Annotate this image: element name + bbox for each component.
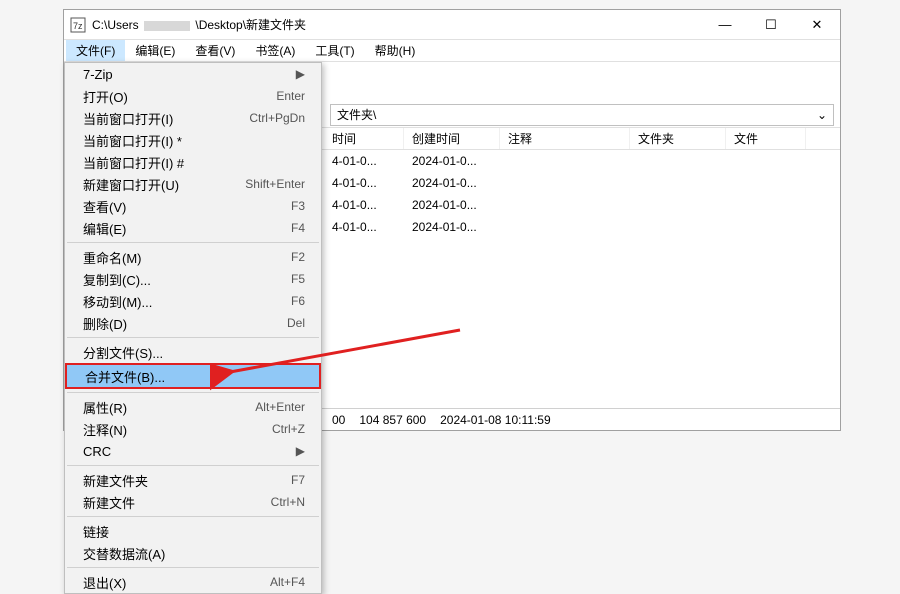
menu-item[interactable]: 当前窗口打开(I) # [65, 151, 321, 173]
status-a: 00 [332, 413, 345, 427]
pathbox-text: 文件夹\ [337, 106, 376, 123]
menu-item-label: 当前窗口打开(I) [83, 109, 173, 128]
menu-item[interactable]: CRC ▶ [65, 440, 321, 462]
menu-item-shortcut: Ctrl+Z [272, 422, 305, 436]
title-prefix: C:\Users [92, 18, 139, 32]
menu-item[interactable]: 当前窗口打开(I) * [65, 129, 321, 151]
col-createtime[interactable]: 创建时间 [404, 128, 500, 149]
menu-item[interactable]: 属性(R) Alt+Enter [65, 396, 321, 418]
menu-item[interactable]: 合并文件(B)... [65, 363, 321, 389]
menu-item-shortcut: F4 [291, 221, 305, 235]
col-folder[interactable]: 文件夹 [630, 128, 726, 149]
menu-item-label: 打开(O) [83, 87, 128, 106]
menu-separator [67, 392, 319, 393]
menu-separator [67, 567, 319, 568]
menu-separator [67, 465, 319, 466]
menu-item[interactable]: 复制到(C)... F5 [65, 268, 321, 290]
menu-item-shortcut: Enter [276, 89, 305, 103]
menu-item-shortcut: Ctrl+PgDn [249, 111, 305, 125]
menu-item[interactable]: 移动到(M)... F6 [65, 290, 321, 312]
menu-item-label: 新建文件夹 [83, 471, 148, 490]
menu-item[interactable]: 分割文件(S)... [65, 341, 321, 363]
chevron-down-icon[interactable]: ⌄ [817, 108, 827, 122]
status-time: 2024-01-08 10:11:59 [440, 413, 551, 427]
title-suffix: \Desktop\新建文件夹 [195, 18, 306, 32]
table-row[interactable]: 4-01-0... 2024-01-0... [324, 194, 840, 216]
file-menu-popup: 7-Zip▶打开(O)Enter当前窗口打开(I)Ctrl+PgDn当前窗口打开… [64, 62, 322, 594]
menu-item-label: 删除(D) [83, 314, 127, 333]
menu-item[interactable]: 新建文件 Ctrl+N [65, 491, 321, 513]
menu-item-label: 分割文件(S)... [83, 343, 163, 362]
menu-item[interactable]: 新建文件夹 F7 [65, 469, 321, 491]
menu-view[interactable]: 查看(V) [185, 40, 245, 61]
menu-item-label: 查看(V) [83, 197, 126, 216]
menu-item-label: 合并文件(B)... [85, 367, 165, 386]
menu-item-label: 属性(R) [83, 398, 127, 417]
menu-edit[interactable]: 编辑(E) [125, 40, 185, 61]
status-size: 104 857 600 [359, 413, 426, 427]
menu-item-shortcut: ▶ [296, 444, 305, 458]
menu-item[interactable]: 查看(V) F3 [65, 195, 321, 217]
menu-item[interactable]: 新建窗口打开(U) Shift+Enter [65, 173, 321, 195]
menu-item-shortcut: F3 [291, 199, 305, 213]
window-title: C:\Users \Desktop\新建文件夹 [92, 16, 306, 33]
menu-item-label: 新建窗口打开(U) [83, 175, 179, 194]
titlebar: 7z C:\Users \Desktop\新建文件夹 — ☐ ✕ [64, 10, 840, 40]
menu-item-label: 退出(X) [83, 573, 126, 592]
maximize-button[interactable]: ☐ [748, 10, 794, 39]
menu-item[interactable]: 7-Zip ▶ [65, 63, 321, 85]
menu-tools[interactable]: 工具(T) [305, 40, 364, 61]
menu-bookmarks[interactable]: 书签(A) [245, 40, 305, 61]
menu-item-label: 链接 [83, 522, 109, 541]
app-icon: 7z [70, 17, 86, 33]
title-censored [144, 21, 190, 31]
menu-item-label: CRC [83, 444, 111, 459]
table-row[interactable]: 4-01-0... 2024-01-0... [324, 216, 840, 238]
menu-item-label: 重命名(M) [83, 248, 142, 267]
menu-item-shortcut: Alt+Enter [255, 400, 305, 414]
menu-item-shortcut: F6 [291, 294, 305, 308]
menu-item-label: 复制到(C)... [83, 270, 151, 289]
menu-file[interactable]: 文件(F) [66, 40, 125, 61]
menu-item-shortcut: Del [287, 316, 305, 330]
menu-separator [67, 337, 319, 338]
menu-item-shortcut: Shift+Enter [245, 177, 305, 191]
window-controls: — ☐ ✕ [702, 10, 840, 39]
pathbox[interactable]: 文件夹\ ⌄ [330, 104, 834, 126]
menu-separator [67, 516, 319, 517]
menu-item[interactable]: 打开(O) Enter [65, 85, 321, 107]
menu-item-label: 新建文件 [83, 493, 135, 512]
col-modtime[interactable]: 时间 [324, 128, 404, 149]
col-comment[interactable]: 注释 [500, 128, 630, 149]
menu-item-label: 编辑(E) [83, 219, 126, 238]
menu-item-shortcut: ▶ [296, 67, 305, 81]
menu-item[interactable]: 重命名(M) F2 [65, 246, 321, 268]
menu-item-shortcut: F5 [291, 272, 305, 286]
col-file[interactable]: 文件 [726, 128, 806, 149]
table-row[interactable]: 4-01-0... 2024-01-0... [324, 172, 840, 194]
menu-item[interactable]: 交替数据流(A) [65, 542, 321, 564]
menu-item[interactable]: 退出(X)Alt+F4 [65, 571, 321, 593]
menu-item-label: 当前窗口打开(I) # [83, 153, 184, 172]
menu-item-label: 7-Zip [83, 67, 113, 82]
menu-item[interactable]: 注释(N) Ctrl+Z [65, 418, 321, 440]
menubar: 文件(F) 编辑(E) 查看(V) 书签(A) 工具(T) 帮助(H) [64, 40, 840, 62]
menu-item-label: 移动到(M)... [83, 292, 152, 311]
menu-item-label: 注释(N) [83, 420, 127, 439]
menu-item-shortcut: F2 [291, 250, 305, 264]
close-button[interactable]: ✕ [794, 10, 840, 39]
menu-item[interactable]: 当前窗口打开(I) Ctrl+PgDn [65, 107, 321, 129]
menu-item-shortcut: Ctrl+N [271, 495, 305, 509]
svg-text:7z: 7z [73, 21, 83, 31]
menu-item[interactable]: 链接 [65, 520, 321, 542]
menu-item[interactable]: 编辑(E) F4 [65, 217, 321, 239]
menu-item[interactable]: 删除(D) Del [65, 312, 321, 334]
table-row[interactable]: 4-01-0... 2024-01-0... [324, 150, 840, 172]
menu-item-label: 交替数据流(A) [83, 544, 165, 563]
menu-item-label: 当前窗口打开(I) * [83, 131, 182, 150]
menu-item-shortcut: F7 [291, 473, 305, 487]
minimize-button[interactable]: — [702, 10, 748, 39]
menu-help[interactable]: 帮助(H) [365, 40, 426, 61]
menu-separator [67, 242, 319, 243]
